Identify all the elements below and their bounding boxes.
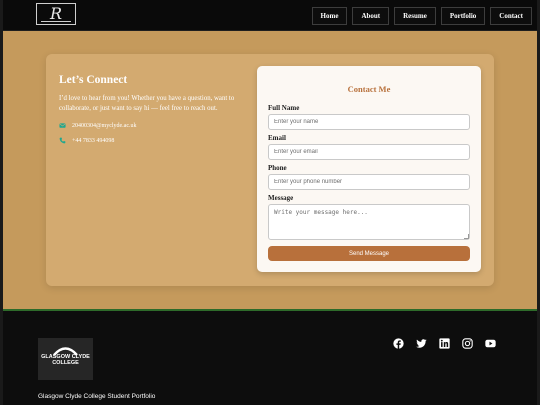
facebook-icon[interactable]: [393, 338, 404, 349]
social-links: [393, 338, 496, 349]
contact-email[interactable]: 20400304@myclyde.ac.uk: [72, 123, 137, 129]
contact-form: Contact Me Full Name Email Phone Message…: [257, 66, 481, 272]
phone-input[interactable]: [268, 174, 470, 190]
youtube-icon[interactable]: [485, 338, 496, 349]
site-header: R Home About Resume Portfolio Contact: [0, 0, 540, 31]
email-input[interactable]: [268, 144, 470, 160]
contact-phone[interactable]: +44 7833 494098: [72, 138, 114, 144]
nav-home[interactable]: Home: [311, 7, 348, 25]
college-logo-text: GLASGOW CLYDE COLLEGE: [41, 354, 90, 366]
instagram-icon[interactable]: [462, 338, 473, 349]
contact-section: Let’s Connect I’d love to hear from you!…: [46, 54, 494, 286]
full-name-label: Full Name: [268, 104, 300, 112]
envelope-icon: [59, 122, 66, 129]
message-textarea[interactable]: [268, 204, 470, 240]
college-logo[interactable]: GLASGOW CLYDE COLLEGE: [38, 338, 93, 380]
connect-intro: I’d love to hear from you! Whether you h…: [59, 95, 235, 112]
email-label: Email: [268, 134, 286, 142]
phone-label: Phone: [268, 164, 287, 172]
email-line: 20400304@myclyde.ac.uk: [59, 122, 137, 129]
nav-about[interactable]: About: [352, 7, 390, 25]
phone-icon: [59, 137, 66, 144]
twitter-icon[interactable]: [416, 338, 427, 349]
connect-title: Let’s Connect: [59, 74, 128, 86]
phone-line: +44 7833 494098: [59, 137, 114, 144]
form-title: Contact Me: [347, 84, 391, 94]
nav-contact[interactable]: Contact: [490, 7, 532, 25]
linkedin-icon[interactable]: [439, 338, 450, 349]
site-footer: GLASGOW CLYDE COLLEGE Glasgow Clyde Coll…: [0, 309, 540, 405]
logo-underline: [41, 21, 71, 22]
site-logo[interactable]: R: [36, 3, 76, 25]
send-message-button[interactable]: Send Message: [268, 246, 470, 261]
resize-handle[interactable]: [464, 234, 469, 239]
logo-monogram: R: [49, 4, 63, 23]
nav-portfolio[interactable]: Portfolio: [440, 7, 486, 25]
nav-resume[interactable]: Resume: [394, 7, 436, 25]
message-label: Message: [268, 194, 294, 202]
full-name-input[interactable]: [268, 114, 470, 130]
main-nav: Home About Resume Portfolio Contact: [311, 7, 532, 25]
footer-copyright: Glasgow Clyde College Student Portfolio: [38, 393, 156, 400]
